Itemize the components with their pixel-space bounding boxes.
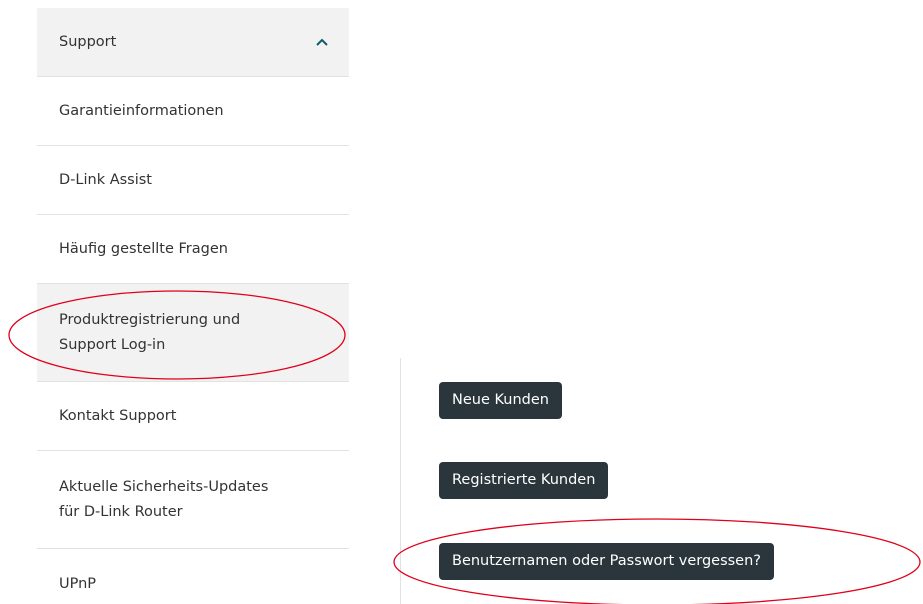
sidebar-item-label: Häufig gestellte Fragen	[59, 241, 228, 257]
chevron-up-icon[interactable]	[315, 37, 329, 47]
forgot-credentials-button[interactable]: Benutzernamen oder Passwort vergessen?	[439, 543, 774, 580]
sidebar-item-label: Aktuelle Sicherheits-Updates für D-Link …	[59, 478, 269, 520]
sidebar-item-contact-support[interactable]: Kontakt Support	[37, 382, 349, 451]
sidebar-item-garantieinformationen[interactable]: Garantieinformationen	[37, 77, 349, 146]
sidebar-header-label: Support	[59, 34, 117, 50]
content-divider	[400, 358, 401, 604]
sidebar-item-faq[interactable]: Häufig gestellte Fragen	[37, 215, 349, 284]
sidebar-item-dlink-assist[interactable]: D-Link Assist	[37, 146, 349, 215]
sidebar-item-label: Produktregistrierung und Support Log-in	[59, 311, 241, 353]
support-sidebar: Support Garantieinformationen D-Link Ass…	[37, 8, 349, 604]
sidebar-item-label: Garantieinformationen	[59, 103, 224, 119]
sidebar-item-label: UPnP	[59, 575, 97, 592]
sidebar-item-security-updates[interactable]: Aktuelle Sicherheits-Updates für D-Link …	[37, 451, 349, 549]
sidebar-item-label: Kontakt Support	[59, 408, 177, 424]
registered-customers-button[interactable]: Registrierte Kunden	[439, 462, 609, 499]
sidebar-item-label: D-Link Assist	[59, 172, 152, 188]
sidebar-item-product-registration[interactable]: Produktregistrierung und Support Log-in	[37, 284, 349, 382]
sidebar-header-support[interactable]: Support	[37, 8, 349, 77]
page: Support Garantieinformationen D-Link Ass…	[0, 0, 923, 604]
sidebar-item-upnp[interactable]: UPnP	[37, 549, 349, 604]
new-customers-button[interactable]: Neue Kunden	[439, 382, 562, 419]
